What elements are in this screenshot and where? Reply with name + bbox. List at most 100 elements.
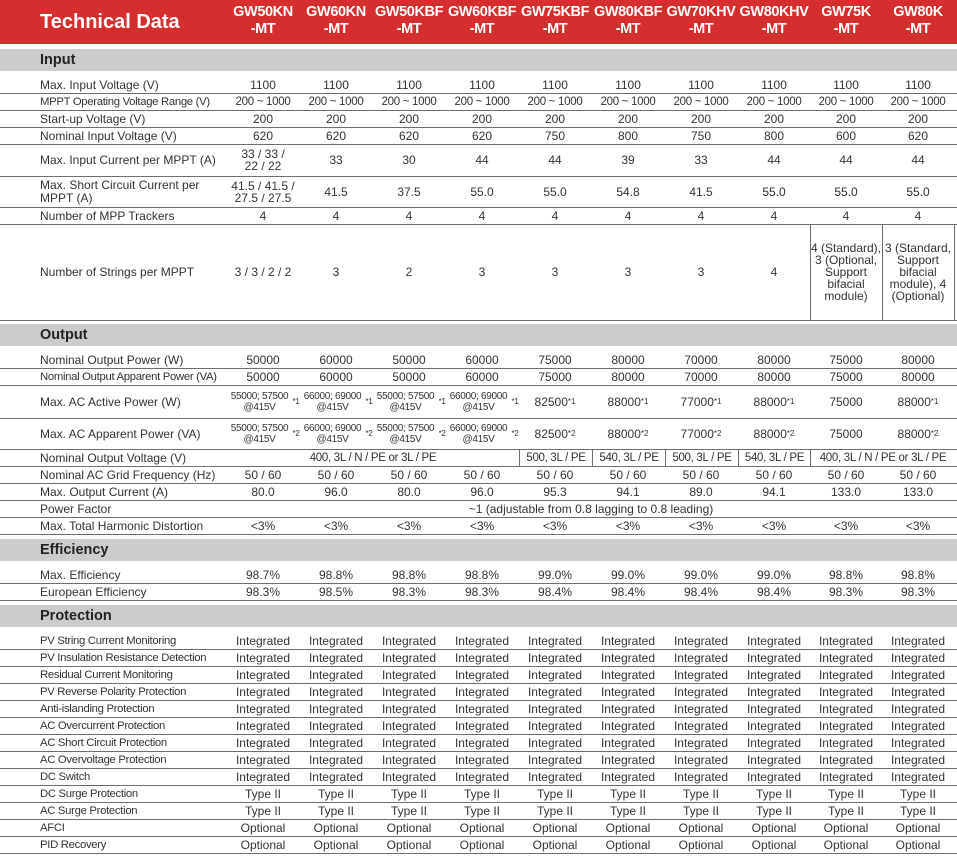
table-row: AC Surge Protection Type II Type II Type II… [0,802,957,820]
row-value: 30 [402,153,416,167]
row-value: 55.0 [834,184,858,199]
row-value: Integrated [454,718,510,733]
row-value: <3% [833,518,859,533]
row-value: 200 [471,111,493,126]
row-value: Integrated [818,650,874,665]
row-value: Integrated [818,735,874,750]
row-value: 44 [767,153,781,167]
row-value: Optional [386,837,432,852]
row-value: 88000 *2 [607,426,649,441]
row-value: 50000 [392,353,426,367]
row-value: 200 [907,111,929,126]
row-value: Integrated [381,667,437,682]
table-row: MPPT Operating Voltage Range (V) 200 ~ 10… [0,93,957,111]
section-title: Efficiency [40,542,109,558]
row-value: Type II [463,786,501,801]
row-value: Optional [605,820,651,835]
row-value: 80.0 [397,484,421,499]
table-row: Nominal Input Voltage (V) 620 620 620 620 750… [0,127,957,145]
row-value: 1100 [323,78,349,92]
row-label: PV Insulation Resistance Detection [40,651,207,664]
row-value: 4 [697,208,705,223]
footnote-marker: *2 [438,429,446,438]
row-value: Integrated [235,667,291,682]
row-label: MPPT Operating Voltage Range (V) [40,95,210,108]
row-value: 50 / 60 [827,467,865,482]
row-value: Integrated [673,701,729,716]
row-value: Integrated [308,684,364,699]
row-value: 44 [548,153,562,167]
row-value: Integrated [381,718,437,733]
row-label: AC Overvoltage Protection [40,753,167,766]
table-row: Max. AC Active Power (W) 55000; 57500 @41… [0,385,957,419]
row-value: Integrated [381,684,437,699]
row-value: 41.5 [324,184,348,199]
row-value: 33 [329,153,343,167]
row-value: 2 [405,265,413,279]
footnote-marker: *1 [786,397,795,406]
row-value: 55000; 57500 @415V *2 [376,422,446,445]
row-value: 750 [544,128,566,143]
row-value: Type II [244,786,282,801]
row-value: 98.4% [756,584,792,599]
row-value: 60000 [465,369,499,384]
row-value: Integrated [600,633,656,648]
table-row: AC Overvoltage Protection Integrated Integ… [0,751,957,769]
row-value: 98.8% [318,567,354,582]
footnote-marker: *2 [713,429,722,438]
row-value: Integrated [746,701,802,716]
section-header-protection: Protection [0,605,957,627]
row-value: Integrated [454,701,510,716]
table-row: PV String Current Monitoring Integrated In… [0,632,957,650]
row-value: 89.0 [689,484,713,499]
row-value: 44 [475,153,489,167]
row-value: Integrated [527,769,583,784]
row-value: Integrated [235,684,291,699]
row-value: Integrated [818,752,874,767]
row-value: 200 [617,111,639,126]
table-row: Max. Output Current (A) 80.0 96.0 80.0 96.0 9… [0,483,957,501]
row-value: 3 [551,265,559,279]
row-value: Integrated [235,633,291,648]
row-value: 94.1 [762,484,786,499]
model-name: GW80KHV -MT [739,4,809,37]
row-value: Integrated [600,735,656,750]
row-value: 540, 3L / PE [738,449,810,466]
row-value: Integrated [746,752,802,767]
row-value: Integrated [746,667,802,682]
row-value: Integrated [527,667,583,682]
row-value: Integrated [527,684,583,699]
row-value: 54.8 [616,184,640,199]
row-value: 50 / 60 [317,467,355,482]
table-row: Nominal Output Power (W) 50000 60000 50000 6… [0,352,957,369]
row-value: Type II [827,786,865,801]
row-value: Type II [609,786,647,801]
row-value: 98.3% [391,584,427,599]
row-value: 4 [770,208,778,223]
row-value: 50 / 60 [682,467,720,482]
row-value: Integrated [235,718,291,733]
row-value: 200 [690,111,712,126]
row-value: 200 ~ 1000 [746,95,802,108]
row-value: Type II [317,803,355,818]
row-value: 620 [907,128,929,143]
row-value: Integrated [454,769,510,784]
table-row: DC Switch Integrated Integrated Integrated I… [0,768,957,786]
row-value: Integrated [673,684,729,699]
row-value: 75000 [538,353,572,367]
row-value: Integrated [235,650,291,665]
row-value: 50 / 60 [609,467,647,482]
row-value: Integrated [381,769,437,784]
row-value: Optional [313,820,359,835]
row-value: Integrated [235,735,291,750]
row-value: 200 ~ 1000 [818,95,874,108]
model-name: GW80K -MT [893,4,943,37]
row-value: 75000 [829,353,863,367]
row-value: 98.8% [900,567,936,582]
table-row: Number of MPP Trackers 4 4 4 4 4 4 4 4 4 4 [0,207,957,225]
row-label: Nominal Output Power (W) [40,353,184,367]
row-value: 3 [332,265,340,279]
row-value: 133.0 [830,484,862,499]
row-value: 80000 [757,369,791,384]
row-value: Integrated [600,718,656,733]
